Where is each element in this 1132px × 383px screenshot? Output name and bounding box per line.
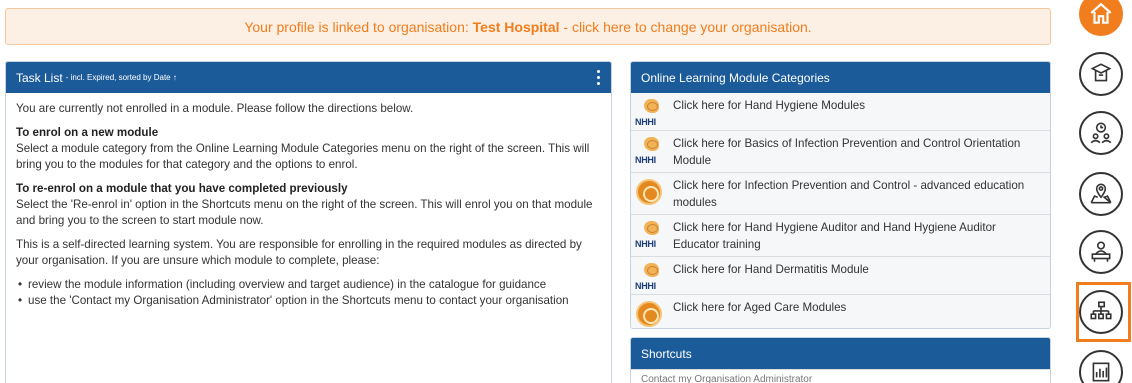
shortcuts-title: Shortcuts <box>641 346 692 361</box>
category-label: Click here for Hand Hygiene Modules <box>673 99 866 112</box>
shortcuts-header: Shortcuts <box>631 338 1050 369</box>
category-label: Click here for Hand Hygiene Auditor and … <box>673 221 996 251</box>
category-label: Click here for Basics of Infection Preve… <box>673 137 1021 167</box>
task-list-subtitle[interactable]: - incl. Expired, sorted by Date ↑ <box>66 73 177 82</box>
task-list-header: Task List - incl. Expired, sorted by Dat… <box>6 62 611 93</box>
enrol-heading: To enrol on a new module <box>16 126 159 139</box>
category-item[interactable]: NHHI Click here for Hand Dermatitis Modul… <box>631 257 1050 295</box>
category-item[interactable]: Click here for Aged Care Modules <box>631 295 1050 328</box>
nhhi-logo: NHHI <box>635 219 665 249</box>
nhhi-logo: NHHI <box>635 97 665 127</box>
nhhi-logo: NHHI <box>635 261 665 291</box>
category-label: Click here for Aged Care Modules <box>673 301 847 314</box>
self-directed-text: This is a self-directed learning system.… <box>16 238 582 267</box>
shortcut-item[interactable]: Contact my Organisation Administrator <box>631 369 1050 383</box>
task-list-body: You are currently not enrolled in a modu… <box>6 93 611 317</box>
list-item: use the 'Contact my Organisation Adminis… <box>18 293 601 309</box>
reenrol-text: Select the 'Re-enrol in' option in the S… <box>16 198 593 227</box>
map-pin-icon[interactable] <box>1079 172 1123 216</box>
list-item: review the module information (including… <box>18 277 601 293</box>
banner-text-after: - click here to change your organisation… <box>559 18 812 35</box>
shortcuts-panel: Shortcuts Contact my Organisation Admini… <box>630 337 1051 383</box>
category-item[interactable]: NHHI Click here for Basics of Infection P… <box>631 131 1050 173</box>
desk-person-icon[interactable] <box>1079 230 1123 274</box>
enrol-text: Select a module category from the Online… <box>16 142 590 171</box>
reenrol-heading: To re-enrol on a module that you have co… <box>16 182 348 195</box>
home-icon[interactable] <box>1079 0 1123 36</box>
orange-circle-logo <box>635 299 665 328</box>
graduation-book-icon[interactable] <box>1079 52 1123 96</box>
category-item[interactable]: Click here for Infection Prevention and … <box>631 173 1050 215</box>
nhhi-logo: NHHI <box>635 135 665 165</box>
orange-circle-logo <box>635 177 665 207</box>
category-list: NHHI Click here for Hand Hygiene Modules N… <box>631 93 1050 328</box>
category-label: Click here for Infection Prevention and … <box>673 179 1025 209</box>
module-categories-panel: Online Learning Module Categories NHHI Cl… <box>630 61 1051 329</box>
module-categories-title: Online Learning Module Categories <box>641 70 830 85</box>
guidance-list: review the module information (including… <box>18 277 601 309</box>
report-chart-icon[interactable] <box>1079 350 1123 383</box>
organisation-banner[interactable]: Your profile is linked to organisation: … <box>5 8 1051 45</box>
task-list-panel: Task List - incl. Expired, sorted by Dat… <box>5 61 612 383</box>
task-intro: You are currently not enrolled in a modu… <box>16 102 414 115</box>
category-item[interactable]: NHHI Click here for Hand Hygiene Auditor … <box>631 215 1050 257</box>
category-item[interactable]: NHHI Click here for Hand Hygiene Modules <box>631 93 1050 131</box>
banner-org-name: Test Hospital <box>472 18 560 35</box>
banner-text-before: Your profile is linked to organisation: <box>244 18 473 35</box>
category-label: Click here for Hand Dermatitis Module <box>673 263 869 276</box>
more-options-icon[interactable] <box>597 70 601 85</box>
org-chart-icon[interactable] <box>1079 290 1123 334</box>
module-categories-header: Online Learning Module Categories <box>631 62 1050 93</box>
clock-people-icon[interactable] <box>1079 111 1123 155</box>
task-list-title: Task List <box>16 70 63 85</box>
